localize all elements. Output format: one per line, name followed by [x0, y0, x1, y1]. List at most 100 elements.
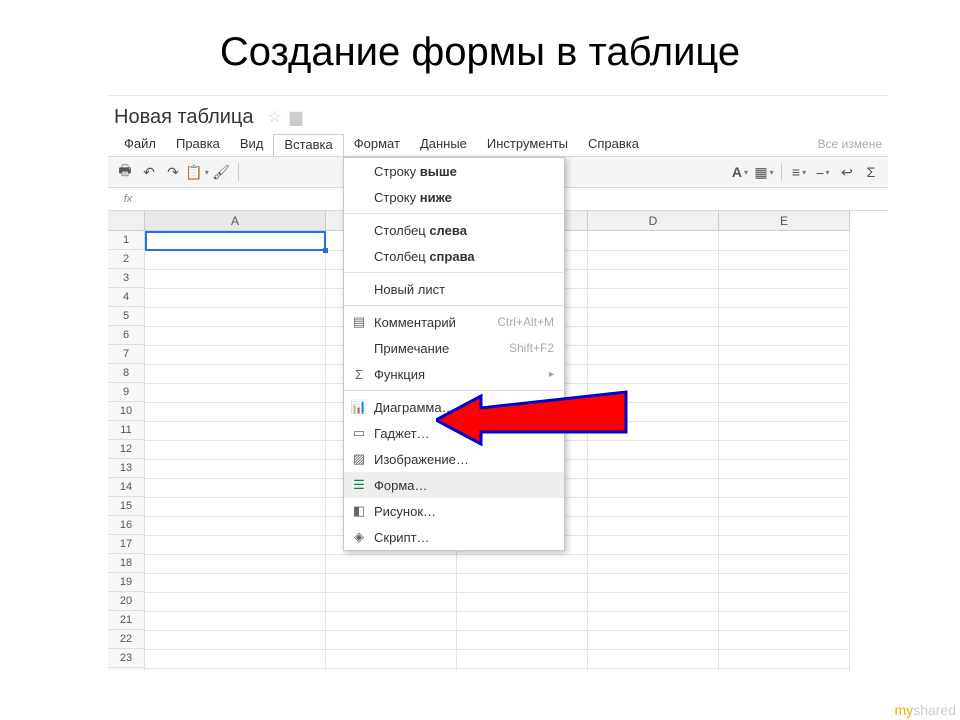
cell[interactable] — [719, 250, 850, 270]
functions-icon[interactable]: Σ — [860, 161, 882, 183]
row-header[interactable]: 24 — [108, 668, 145, 671]
insert-note[interactable]: ПримечаниеShift+F2 — [344, 335, 564, 361]
doc-title[interactable]: Новая таблица — [114, 106, 254, 129]
cell[interactable] — [588, 516, 719, 536]
cell[interactable] — [719, 554, 850, 574]
cell[interactable] — [145, 231, 326, 251]
cell[interactable] — [588, 402, 719, 422]
insert-script[interactable]: ◈Скрипт… — [344, 524, 564, 550]
cell[interactable] — [145, 269, 326, 289]
row-header[interactable]: 23 — [108, 649, 145, 668]
row-header[interactable]: 1 — [108, 231, 145, 250]
cell[interactable] — [145, 535, 326, 555]
cell[interactable] — [145, 573, 326, 593]
cell[interactable] — [588, 326, 719, 346]
cell[interactable] — [588, 459, 719, 479]
cell[interactable] — [145, 345, 326, 365]
cell[interactable] — [588, 383, 719, 403]
cell[interactable] — [145, 459, 326, 479]
cell[interactable] — [588, 668, 719, 671]
cell[interactable] — [145, 440, 326, 460]
col-header-e[interactable]: E — [719, 211, 850, 231]
redo-icon[interactable]: ↷ — [162, 161, 184, 183]
cell[interactable] — [719, 288, 850, 308]
cell[interactable] — [326, 611, 457, 631]
cell[interactable] — [326, 668, 457, 671]
cell[interactable] — [719, 668, 850, 671]
cell[interactable] — [457, 592, 588, 612]
cell[interactable] — [719, 516, 850, 536]
row-header[interactable]: 20 — [108, 592, 145, 611]
cell[interactable] — [145, 630, 326, 650]
row-header[interactable]: 5 — [108, 307, 145, 326]
folder-icon[interactable]: ▆ — [290, 107, 302, 127]
row-header[interactable]: 16 — [108, 516, 145, 535]
cell[interactable] — [457, 554, 588, 574]
row-header[interactable]: 9 — [108, 383, 145, 402]
valign-icon[interactable]: ⎯ — [812, 161, 834, 183]
menu-view[interactable]: Вид — [230, 134, 274, 156]
row-header[interactable]: 14 — [108, 478, 145, 497]
cell[interactable] — [719, 478, 850, 498]
insert-row-below[interactable]: Строку ниже — [344, 184, 564, 210]
cell[interactable] — [326, 554, 457, 574]
row-header[interactable]: 19 — [108, 573, 145, 592]
cell[interactable] — [719, 611, 850, 631]
cell[interactable] — [145, 326, 326, 346]
cell[interactable] — [588, 554, 719, 574]
cell[interactable] — [588, 307, 719, 327]
cell[interactable] — [145, 649, 326, 669]
cell[interactable] — [588, 269, 719, 289]
row-header[interactable]: 13 — [108, 459, 145, 478]
cell[interactable] — [145, 497, 326, 517]
insert-drawing[interactable]: ◧Рисунок… — [344, 498, 564, 524]
paint-format-icon[interactable]: 🖌 — [210, 161, 232, 183]
insert-comment[interactable]: ▤КомментарийCtrl+Alt+M — [344, 309, 564, 335]
menu-tools[interactable]: Инструменты — [477, 134, 578, 156]
cell[interactable] — [588, 421, 719, 441]
insert-new-sheet[interactable]: Новый лист — [344, 276, 564, 302]
row-header[interactable]: 3 — [108, 269, 145, 288]
menu-file[interactable]: Файл — [114, 134, 166, 156]
cell[interactable] — [719, 630, 850, 650]
cell[interactable] — [588, 649, 719, 669]
row-header[interactable]: 10 — [108, 402, 145, 421]
insert-row-above[interactable]: Строку выше — [344, 158, 564, 184]
cell[interactable] — [145, 668, 326, 671]
paste-icon[interactable]: 📋 — [186, 161, 208, 183]
cell[interactable] — [719, 364, 850, 384]
cell[interactable] — [588, 288, 719, 308]
cell[interactable] — [719, 573, 850, 593]
col-header-d[interactable]: D — [588, 211, 719, 231]
cell[interactable] — [588, 478, 719, 498]
star-icon[interactable]: ☆ — [268, 107, 282, 127]
cell[interactable] — [588, 345, 719, 365]
cell[interactable] — [719, 326, 850, 346]
cell[interactable] — [326, 592, 457, 612]
cell[interactable] — [145, 554, 326, 574]
insert-image[interactable]: ▨Изображение… — [344, 446, 564, 472]
row-header[interactable]: 8 — [108, 364, 145, 383]
row-header[interactable]: 17 — [108, 535, 145, 554]
cell[interactable] — [326, 649, 457, 669]
cell[interactable] — [588, 611, 719, 631]
cell[interactable] — [457, 649, 588, 669]
cell[interactable] — [145, 288, 326, 308]
cell[interactable] — [588, 573, 719, 593]
row-header[interactable]: 6 — [108, 326, 145, 345]
cell[interactable] — [588, 497, 719, 517]
menu-format[interactable]: Формат — [344, 134, 410, 156]
row-header[interactable]: 18 — [108, 554, 145, 573]
cell[interactable] — [719, 592, 850, 612]
cell[interactable] — [719, 421, 850, 441]
align-icon[interactable]: ≡ — [788, 161, 810, 183]
menu-data[interactable]: Данные — [410, 134, 477, 156]
undo-icon[interactable]: ↶ — [138, 161, 160, 183]
cell[interactable] — [719, 440, 850, 460]
cell[interactable] — [326, 630, 457, 650]
menu-edit[interactable]: Правка — [166, 134, 230, 156]
select-all-corner[interactable] — [108, 211, 145, 231]
cell[interactable] — [588, 630, 719, 650]
col-header-a[interactable]: A — [145, 211, 326, 231]
cell[interactable] — [145, 250, 326, 270]
